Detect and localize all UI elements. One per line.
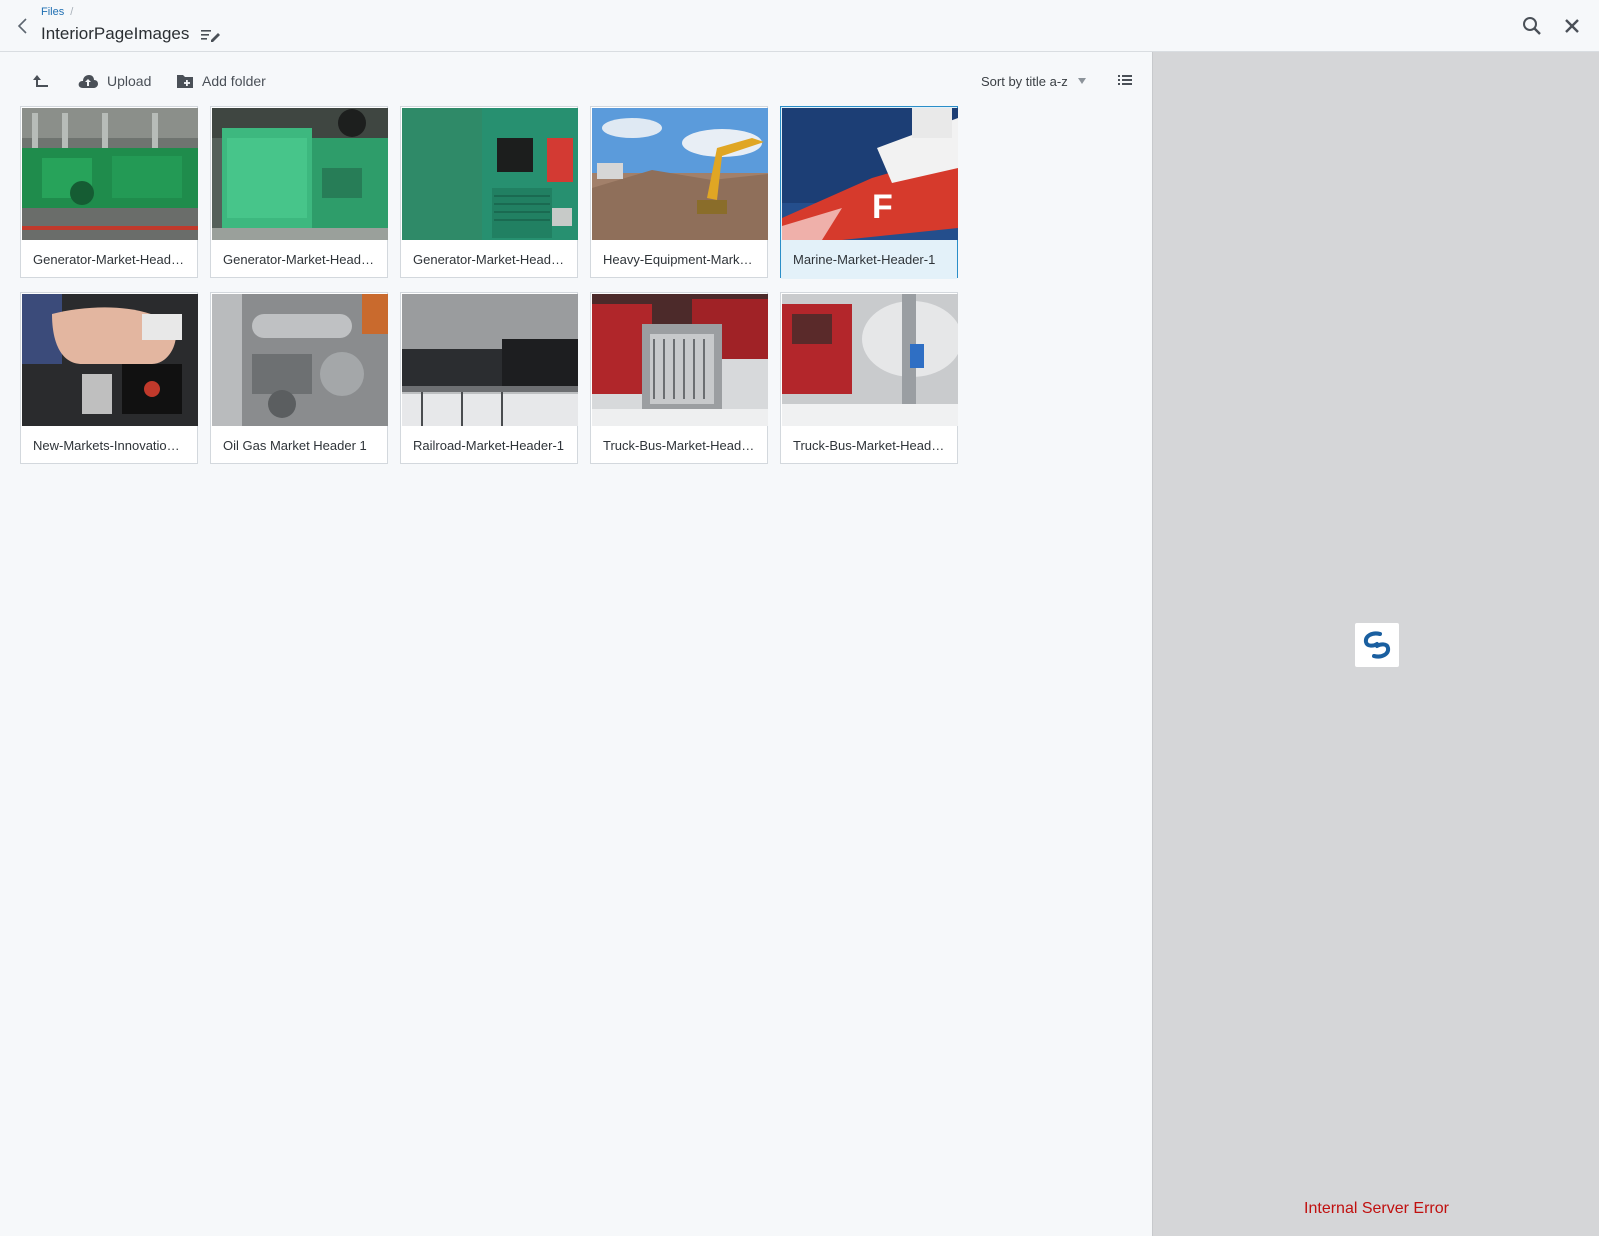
breadcrumb-separator: / xyxy=(70,6,74,18)
breadcrumb-files-link[interactable]: Files xyxy=(41,6,64,18)
brand-logo-icon xyxy=(1355,623,1399,667)
file-name: Railroad-Market-Header-1 xyxy=(413,438,564,453)
mixer-truck-thumbnail xyxy=(782,294,958,426)
upload-label: Upload xyxy=(107,73,152,89)
file-name: Generator-Market-Header-1 xyxy=(33,252,195,267)
list-view-icon xyxy=(1118,75,1132,85)
file-name: Heavy-Equipment-Market-Header xyxy=(603,252,767,267)
file-name: Generator-Market-Header-3 xyxy=(413,252,575,267)
file-name: Truck-Bus-Market-Header-2 xyxy=(793,438,955,453)
file-name: Oil Gas Market Header 1 xyxy=(223,438,367,453)
train-thumbnail xyxy=(402,294,578,426)
file-name: Marine-Market-Header-1 xyxy=(781,241,957,279)
up-folder-button[interactable] xyxy=(32,70,58,92)
edit-list-icon xyxy=(201,30,220,42)
search-icon xyxy=(1523,17,1541,35)
error-message: Internal Server Error xyxy=(1304,1200,1449,1217)
caret-down-icon xyxy=(1077,78,1086,84)
file-tile[interactable]: Heavy-Equipment-Market-Header xyxy=(590,106,768,278)
chevron-left-icon xyxy=(17,18,27,34)
file-tile[interactable]: Truck-Bus-Market-Header-2 xyxy=(780,292,958,464)
ship-thumbnail: F xyxy=(782,108,958,240)
file-name: Truck-Bus-Market-Header-1 xyxy=(603,438,765,453)
upload-button[interactable]: Upload xyxy=(77,70,151,92)
folder-plus-icon xyxy=(177,75,193,88)
add-folder-button[interactable]: Add folder xyxy=(176,70,266,92)
close-button[interactable] xyxy=(1562,16,1582,36)
add-folder-label: Add folder xyxy=(202,73,266,89)
truck-thumbnail xyxy=(592,294,768,426)
generator-thumbnail xyxy=(212,108,388,240)
toolbar: Upload Add folder Sort by title a-z xyxy=(0,52,1152,106)
file-tile[interactable]: Railroad-Market-Header-1 xyxy=(400,292,578,464)
file-tile[interactable]: Truck-Bus-Market-Header-1 xyxy=(590,292,768,464)
edit-details-button[interactable] xyxy=(200,27,222,43)
breadcrumb: Files / xyxy=(41,6,73,18)
preview-pane: Internal Server Error xyxy=(1152,52,1599,1236)
excavator-thumbnail xyxy=(592,108,768,240)
sort-dropdown[interactable]: Sort by title a-z xyxy=(981,70,1086,92)
file-tile-selected[interactable]: F Marine-Market-Header-1 xyxy=(780,106,958,279)
arrow-up-level-icon xyxy=(33,75,48,87)
file-tile[interactable]: Generator-Market-Header-1 xyxy=(20,106,198,278)
file-name: New-Markets-Innovation-Header xyxy=(33,438,197,453)
svg-text:F: F xyxy=(872,188,893,226)
file-name: Generator-Market-Header-2 xyxy=(223,252,385,267)
list-view-button[interactable] xyxy=(1116,71,1134,89)
electronics-thumbnail xyxy=(22,294,198,426)
generator-thumbnail xyxy=(22,108,198,240)
sort-label: Sort by title a-z xyxy=(981,73,1068,89)
engine-thumbnail xyxy=(212,294,388,426)
cloud-upload-icon xyxy=(78,75,98,88)
file-tile[interactable]: Oil Gas Market Header 1 xyxy=(210,292,388,464)
generator-thumbnail xyxy=(402,108,578,240)
file-tile[interactable]: New-Markets-Innovation-Header xyxy=(20,292,198,464)
file-tile[interactable]: Generator-Market-Header-3 xyxy=(400,106,578,278)
header-bar: Files / InteriorPageImages xyxy=(0,0,1599,52)
close-icon xyxy=(1565,19,1579,33)
file-tile[interactable]: Generator-Market-Header-2 xyxy=(210,106,388,278)
page-title: InteriorPageImages xyxy=(41,24,190,43)
back-button[interactable] xyxy=(14,14,34,38)
search-button[interactable] xyxy=(1522,16,1542,36)
